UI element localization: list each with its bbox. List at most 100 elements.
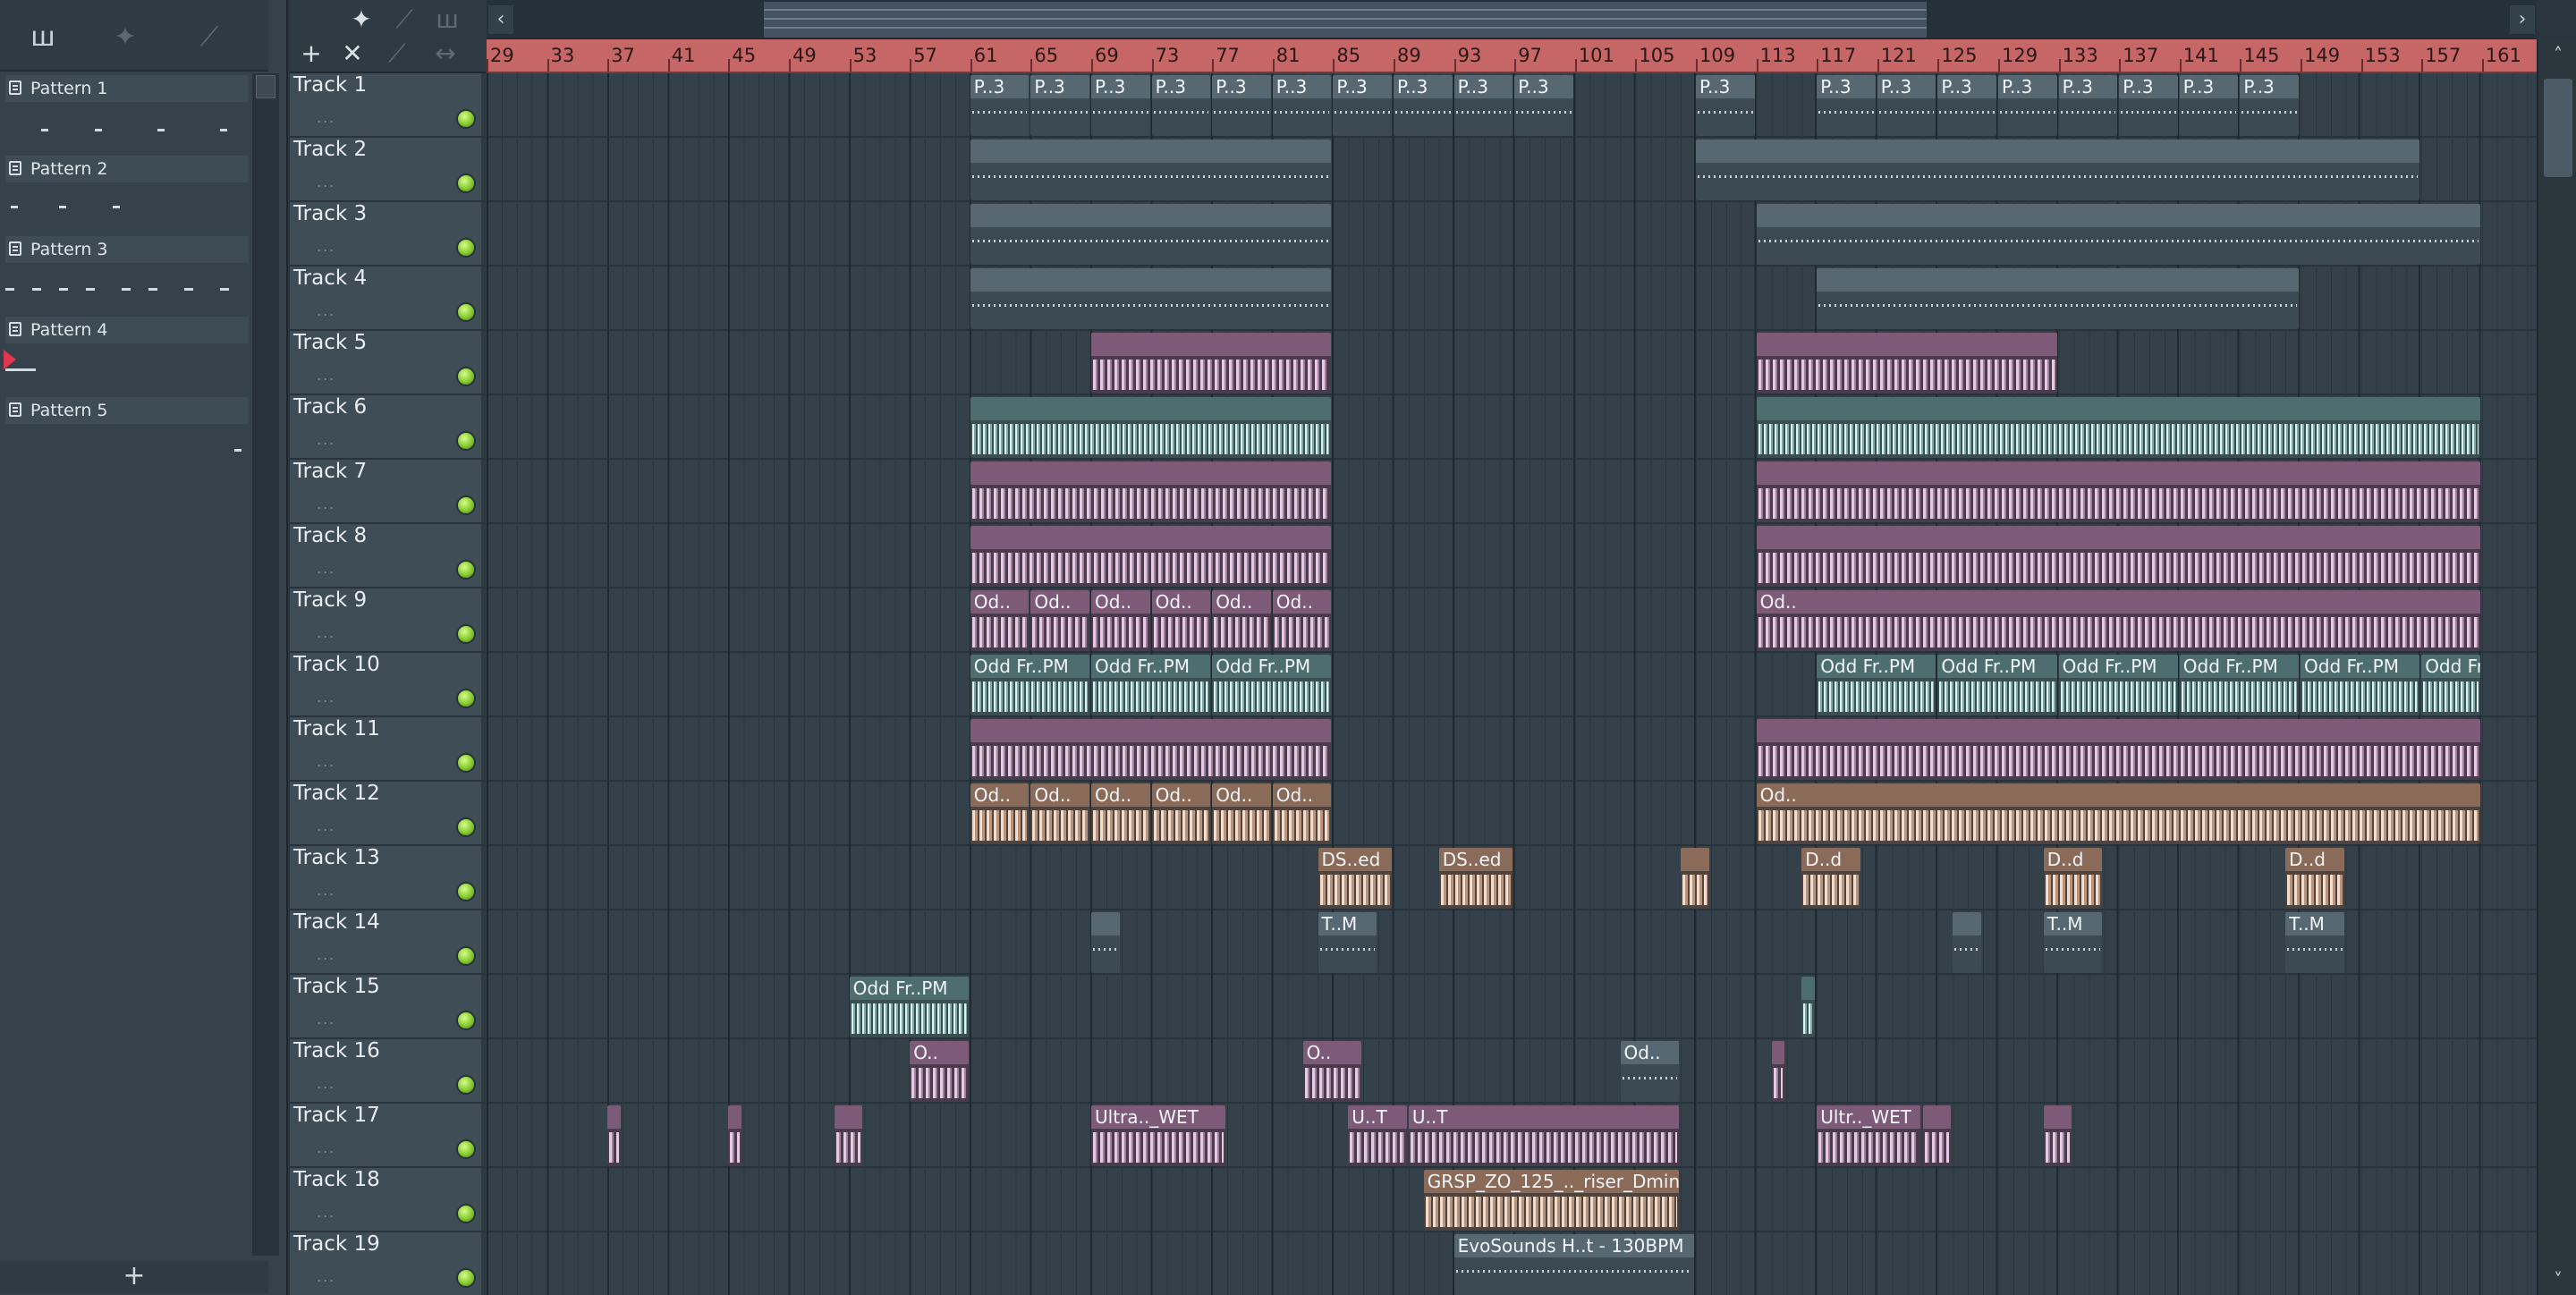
playlist-clip[interactable]: P..3 xyxy=(1453,75,1513,136)
playlist-clip[interactable]: P..3 xyxy=(1212,75,1271,136)
pattern-header[interactable]: Pattern 4 xyxy=(5,317,249,343)
track-mute-led[interactable] xyxy=(456,109,476,129)
playlist-clip[interactable]: Od.. xyxy=(1212,783,1271,844)
playlist-clip[interactable]: P..3 xyxy=(1030,75,1089,136)
track-header[interactable]: Track 8... xyxy=(290,524,487,588)
playlist-clip[interactable]: P..3 xyxy=(1394,75,1453,136)
playlist-clip[interactable]: Odd Fr..PM xyxy=(970,655,1089,715)
overview-scroll-thumb[interactable] xyxy=(764,2,1927,38)
playlist-clip[interactable]: Odd Fr..PM xyxy=(2058,655,2178,715)
stretch-tool-icon[interactable]: ↔ xyxy=(428,36,463,72)
track-mute-led[interactable] xyxy=(456,1075,476,1095)
track-header[interactable]: Track 7... xyxy=(290,460,487,524)
playlist-clip[interactable]: Od.. xyxy=(1212,590,1271,651)
track-options[interactable]: ... xyxy=(317,882,335,899)
playlist-clip[interactable] xyxy=(607,1105,622,1166)
playlist-clip[interactable] xyxy=(1756,397,2480,458)
track-name[interactable]: Track 17 xyxy=(293,1104,380,1127)
add-pattern-button[interactable]: + xyxy=(0,1261,268,1293)
scroll-left-icon[interactable]: ‹ xyxy=(488,5,513,34)
track-header[interactable]: Track 16... xyxy=(290,1039,487,1104)
track-mute-led[interactable] xyxy=(456,624,476,644)
track-name[interactable]: Track 2 xyxy=(293,138,367,161)
track-options[interactable]: ... xyxy=(317,817,335,834)
track-options[interactable]: ... xyxy=(317,624,335,641)
playlist-clip[interactable] xyxy=(1756,526,2480,587)
playlist-clip[interactable] xyxy=(970,140,1332,200)
track-mute-led[interactable] xyxy=(456,1139,476,1159)
track-options[interactable]: ... xyxy=(317,1204,335,1221)
playlist-clip[interactable]: Odd Fr..PM xyxy=(2179,655,2299,715)
playlist-clip[interactable] xyxy=(1771,1041,1785,1102)
track-options[interactable]: ... xyxy=(317,431,335,448)
pattern-item[interactable]: Pattern 1 xyxy=(5,73,249,154)
playlist-clip[interactable]: P..3 xyxy=(2179,75,2239,136)
playlist-clip[interactable]: T..M xyxy=(2285,912,2344,973)
slice-tool-icon[interactable]: ⟋ xyxy=(379,36,415,72)
playlist-clip[interactable] xyxy=(1953,912,1982,973)
track-header[interactable]: Track 17... xyxy=(290,1104,487,1168)
pattern-header[interactable]: Pattern 1 xyxy=(5,75,249,102)
track-name[interactable]: Track 15 xyxy=(293,975,380,998)
playlist-clip[interactable]: P..3 xyxy=(2119,75,2178,136)
playlist-clip[interactable]: D..d xyxy=(2285,848,2344,909)
playlist-clip[interactable]: P..3 xyxy=(1696,75,1755,136)
playlist-clip[interactable]: T..M xyxy=(1318,912,1377,973)
playlist-clip[interactable] xyxy=(970,719,1332,780)
playlist-clip[interactable]: Od.. xyxy=(1091,783,1150,844)
track-mute-led[interactable] xyxy=(456,817,476,837)
waveform-icon[interactable]: ✦ xyxy=(107,20,143,55)
playlist-clip[interactable]: EvoSounds H..t - 130BPM xyxy=(1453,1234,1694,1295)
track-mute-led[interactable] xyxy=(456,431,476,451)
playlist-clip[interactable]: GRSP_ZO_125_.._riser_Dmin xyxy=(1423,1170,1680,1231)
playlist-clip[interactable] xyxy=(834,1105,863,1166)
track-header[interactable]: Track 15... xyxy=(290,975,487,1039)
playlist-clip[interactable] xyxy=(1091,333,1332,394)
track-name[interactable]: Track 4 xyxy=(293,267,367,290)
playlist-clip[interactable]: Od.. xyxy=(1151,783,1211,844)
track-header[interactable]: Track 13... xyxy=(290,846,487,910)
playlist-clip[interactable] xyxy=(1681,848,1709,909)
track-name[interactable]: Track 19 xyxy=(293,1232,380,1256)
playlist-clip[interactable] xyxy=(1756,719,2480,780)
playlist-clip[interactable] xyxy=(970,461,1332,522)
playlist-clip[interactable]: Od.. xyxy=(1272,783,1332,844)
pattern-item[interactable]: Pattern 5 xyxy=(5,395,249,476)
track-mute-led[interactable] xyxy=(456,174,476,193)
track-mute-led[interactable] xyxy=(456,302,476,322)
track-mute-led[interactable] xyxy=(456,1268,476,1288)
pattern-item[interactable]: Pattern 4 xyxy=(5,315,249,395)
playlist-clip[interactable]: Od.. xyxy=(1272,590,1332,651)
track-options[interactable]: ... xyxy=(317,753,335,770)
track-name[interactable]: Track 1 xyxy=(293,73,367,97)
track-options[interactable]: ... xyxy=(317,174,335,190)
playlist-clip[interactable]: Od.. xyxy=(1091,590,1150,651)
playlist-clip[interactable] xyxy=(970,204,1332,265)
playlist-clip[interactable] xyxy=(1756,333,2057,394)
playlist-clip[interactable]: P..3 xyxy=(1151,75,1211,136)
playlist-clip[interactable]: D..d xyxy=(1801,848,1860,909)
playlist-clip[interactable] xyxy=(2043,1105,2072,1166)
pattern-tool-icon[interactable]: ш xyxy=(429,2,465,38)
track-name[interactable]: Track 8 xyxy=(293,524,367,547)
pattern-header[interactable]: Pattern 3 xyxy=(5,236,249,263)
piano-roll-icon[interactable]: ш xyxy=(25,20,61,55)
track-mute-led[interactable] xyxy=(456,1011,476,1030)
playlist-clip[interactable]: Odd Fr..PM xyxy=(2301,655,2420,715)
track-mute-led[interactable] xyxy=(456,238,476,258)
track-mute-led[interactable] xyxy=(456,689,476,708)
playlist-clip[interactable]: Odd Fr..PM xyxy=(1937,655,2057,715)
track-mute-led[interactable] xyxy=(456,495,476,515)
playlist-clip[interactable]: U..T xyxy=(1408,1105,1680,1166)
track-mute-led[interactable] xyxy=(456,946,476,966)
track-name[interactable]: Track 14 xyxy=(293,910,380,934)
track-options[interactable]: ... xyxy=(317,238,335,255)
track-name[interactable]: Track 12 xyxy=(293,782,380,805)
track-options[interactable]: ... xyxy=(317,367,335,384)
track-options[interactable]: ... xyxy=(317,109,335,126)
track-mute-led[interactable] xyxy=(456,560,476,580)
track-name[interactable]: Track 16 xyxy=(293,1039,380,1062)
playlist-clip[interactable]: U..T xyxy=(1348,1105,1407,1166)
track-name[interactable]: Track 13 xyxy=(293,846,380,869)
track-name[interactable]: Track 11 xyxy=(293,717,380,741)
